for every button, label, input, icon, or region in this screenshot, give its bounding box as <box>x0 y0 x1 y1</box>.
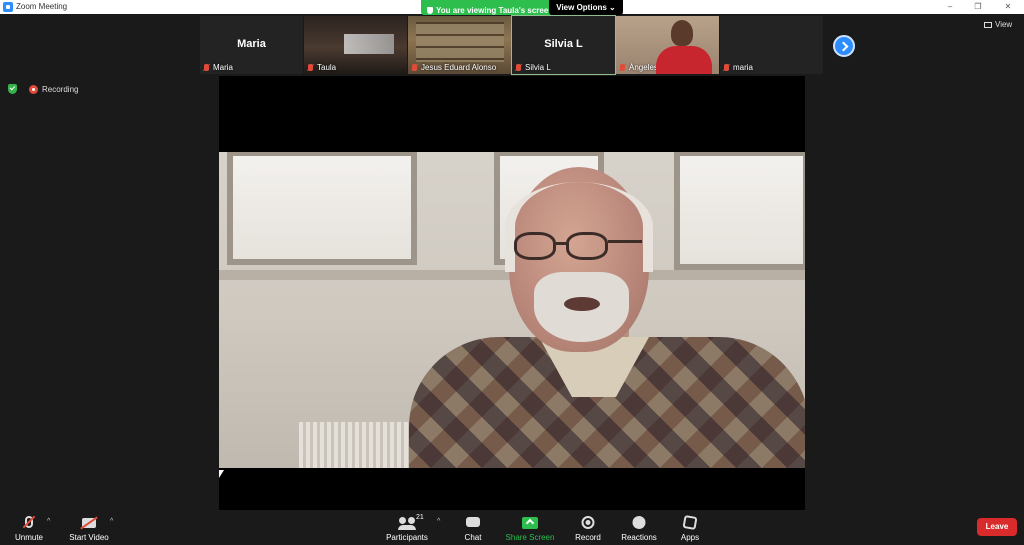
video-window-left <box>227 152 417 265</box>
zoom-app-icon <box>3 2 13 12</box>
participant-label: Silvia L <box>514 63 553 73</box>
participant-label: Taula <box>306 63 338 73</box>
recording-icon <box>29 85 38 94</box>
view-options-button[interactable]: View Options ⌄ <box>549 0 623 15</box>
restore-button[interactable]: ❐ <box>966 0 990 14</box>
view-layout-label: View <box>995 20 1013 29</box>
participant-name-large: Maria <box>237 38 266 50</box>
video-radiator <box>299 422 419 468</box>
muted-mic-icon <box>204 64 209 71</box>
participant-label: Maria <box>202 63 235 73</box>
participant-tile-silvia[interactable]: Silvia L Silvia L <box>511 15 616 75</box>
participants-icon <box>398 517 416 530</box>
muted-mic-icon <box>308 64 313 71</box>
shared-video <box>219 152 805 468</box>
close-window-button[interactable]: ✕ <box>996 0 1020 14</box>
video-person-glasses <box>514 232 556 260</box>
window-title: Zoom Meeting <box>16 2 68 11</box>
shared-screen[interactable] <box>219 76 805 510</box>
participants-label: Participants <box>386 533 428 542</box>
participants-options-caret[interactable]: ^ <box>437 518 440 525</box>
participant-name: maria <box>733 63 754 72</box>
share-screen-label: Share Screen <box>505 533 555 542</box>
video-window-right <box>674 152 805 270</box>
viewing-screen-banner: You are viewing Taula's screen <box>421 0 560 15</box>
chat-label: Chat <box>464 533 482 542</box>
mouse-cursor-icon <box>219 470 224 478</box>
smiley-icon <box>632 516 646 529</box>
participants-count: 21 <box>416 514 424 521</box>
grid-view-icon <box>984 22 992 28</box>
record-label: Record <box>575 533 601 542</box>
participant-name: Maria <box>213 63 234 72</box>
participant-tile-angeles[interactable]: Àngeles Open Arms <box>616 16 719 74</box>
participant-label: maria <box>722 63 755 73</box>
viewing-screen-text: You are viewing Taula's screen <box>436 6 554 15</box>
participant-name-large: Silvia L <box>544 38 583 50</box>
muted-mic-icon <box>516 64 521 71</box>
share-screen-button[interactable]: Share Screen <box>505 514 555 542</box>
chat-button[interactable]: Chat <box>458 514 488 542</box>
video-person-glasses <box>608 240 642 243</box>
audio-options-caret[interactable]: ^ <box>47 518 50 525</box>
participant-tile-maria[interactable]: Maria Maria <box>200 16 303 74</box>
chat-bubble-icon <box>466 517 480 527</box>
participant-name: Àngeles Open Arms <box>629 63 701 72</box>
recording-status: Recording <box>42 85 79 94</box>
apps-button[interactable]: Apps <box>675 514 705 542</box>
participant-name: Silvia L <box>525 63 551 72</box>
participant-tile-maria-2[interactable]: maria <box>720 16 823 74</box>
participant-tile-jesus[interactable]: Jesus Eduard Alonso <box>408 16 511 74</box>
record-icon <box>581 516 595 529</box>
view-layout-button[interactable]: View <box>984 20 1012 29</box>
apps-label: Apps <box>680 533 700 542</box>
muted-mic-icon <box>620 64 625 71</box>
participant-name: Jesus Eduard Alonso <box>421 63 497 72</box>
record-button[interactable]: Record <box>572 514 604 542</box>
unmute-label: Unmute <box>14 533 43 542</box>
participant-tile-taula[interactable]: Taula <box>304 16 407 74</box>
start-video-button[interactable]: Start Video <box>66 514 112 542</box>
minimize-button[interactable]: – <box>938 0 962 14</box>
encryption-shield-icon[interactable] <box>8 84 17 94</box>
reactions-button[interactable]: Reactions <box>619 514 659 542</box>
apps-icon <box>682 514 698 531</box>
participant-name: Taula <box>317 63 337 72</box>
reactions-label: Reactions <box>621 533 657 542</box>
muted-mic-icon <box>724 64 729 71</box>
participants-button[interactable]: 21 Participants <box>384 514 430 542</box>
next-page-button[interactable] <box>833 35 855 57</box>
video-options-caret[interactable]: ^ <box>110 518 113 525</box>
participant-label: Àngeles Open Arms <box>618 63 702 73</box>
participant-label: Jesus Eduard Alonso <box>410 63 498 73</box>
leave-meeting-button[interactable]: Leave <box>977 518 1017 536</box>
share-screen-icon <box>522 517 538 529</box>
start-video-label: Start Video <box>69 533 109 542</box>
video-person-glasses <box>556 242 568 245</box>
video-person-mouth <box>564 297 600 311</box>
shield-icon <box>427 7 433 14</box>
unmute-button[interactable]: Unmute <box>10 514 48 542</box>
video-person-glasses <box>566 232 608 260</box>
muted-mic-icon <box>412 64 417 71</box>
